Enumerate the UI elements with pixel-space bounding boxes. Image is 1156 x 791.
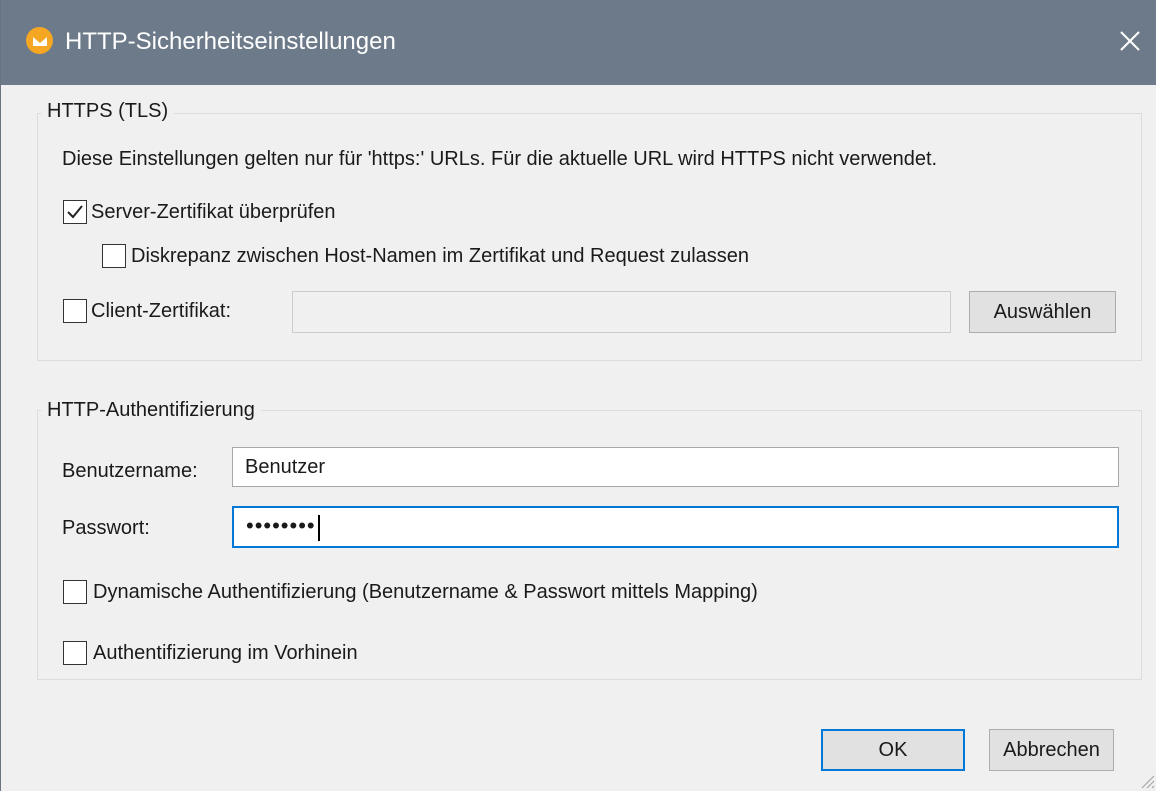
dynamic-auth-label[interactable]: Dynamische Authentifizierung (Benutzerna… <box>93 579 758 605</box>
password-masked-value: •••••••• <box>246 513 316 538</box>
username-label: Benutzername: <box>62 460 198 482</box>
client-cert-path-field[interactable] <box>292 291 951 333</box>
select-cert-button[interactable]: Auswählen <box>969 291 1116 333</box>
dynamic-auth-checkbox[interactable] <box>63 580 87 604</box>
window-title: HTTP-Sicherheitseinstellungen <box>65 28 396 55</box>
allow-host-mismatch-checkbox[interactable] <box>102 244 126 268</box>
close-icon <box>1120 31 1140 51</box>
client-cert-checkbox[interactable] <box>63 299 87 323</box>
close-button[interactable] <box>1106 17 1154 65</box>
https-description: Diese Einstellungen gelten nur für 'http… <box>62 148 938 170</box>
title-bar[interactable]: HTTP-Sicherheitseinstellungen <box>1 0 1156 85</box>
altova-mapforce-icon <box>26 27 53 54</box>
verify-server-cert-label[interactable]: Server-Zertifikat überprüfen <box>91 199 336 225</box>
ok-button[interactable]: OK <box>821 729 965 771</box>
username-input[interactable] <box>232 447 1119 487</box>
password-input[interactable]: •••••••• <box>232 506 1119 548</box>
preemptive-auth-label[interactable]: Authentifizierung im Vorhinein <box>93 640 358 666</box>
resize-grip-icon[interactable] <box>1139 773 1155 789</box>
password-label: Passwort: <box>62 517 150 539</box>
client-cert-label[interactable]: Client-Zertifikat: <box>91 298 231 324</box>
cancel-button[interactable]: Abbrechen <box>989 729 1114 771</box>
text-caret <box>317 514 320 541</box>
checkmark-icon <box>67 205 83 219</box>
dialog-window: HTTP-Sicherheitseinstellungen HTTPS (TLS… <box>0 0 1156 791</box>
verify-server-cert-checkbox[interactable] <box>63 200 87 224</box>
allow-host-mismatch-label[interactable]: Diskrepanz zwischen Host-Namen im Zertif… <box>131 243 749 269</box>
https-group-legend: HTTPS (TLS) <box>41 99 175 123</box>
preemptive-auth-checkbox[interactable] <box>63 641 87 665</box>
auth-group-legend: HTTP-Authentifizierung <box>41 398 261 422</box>
